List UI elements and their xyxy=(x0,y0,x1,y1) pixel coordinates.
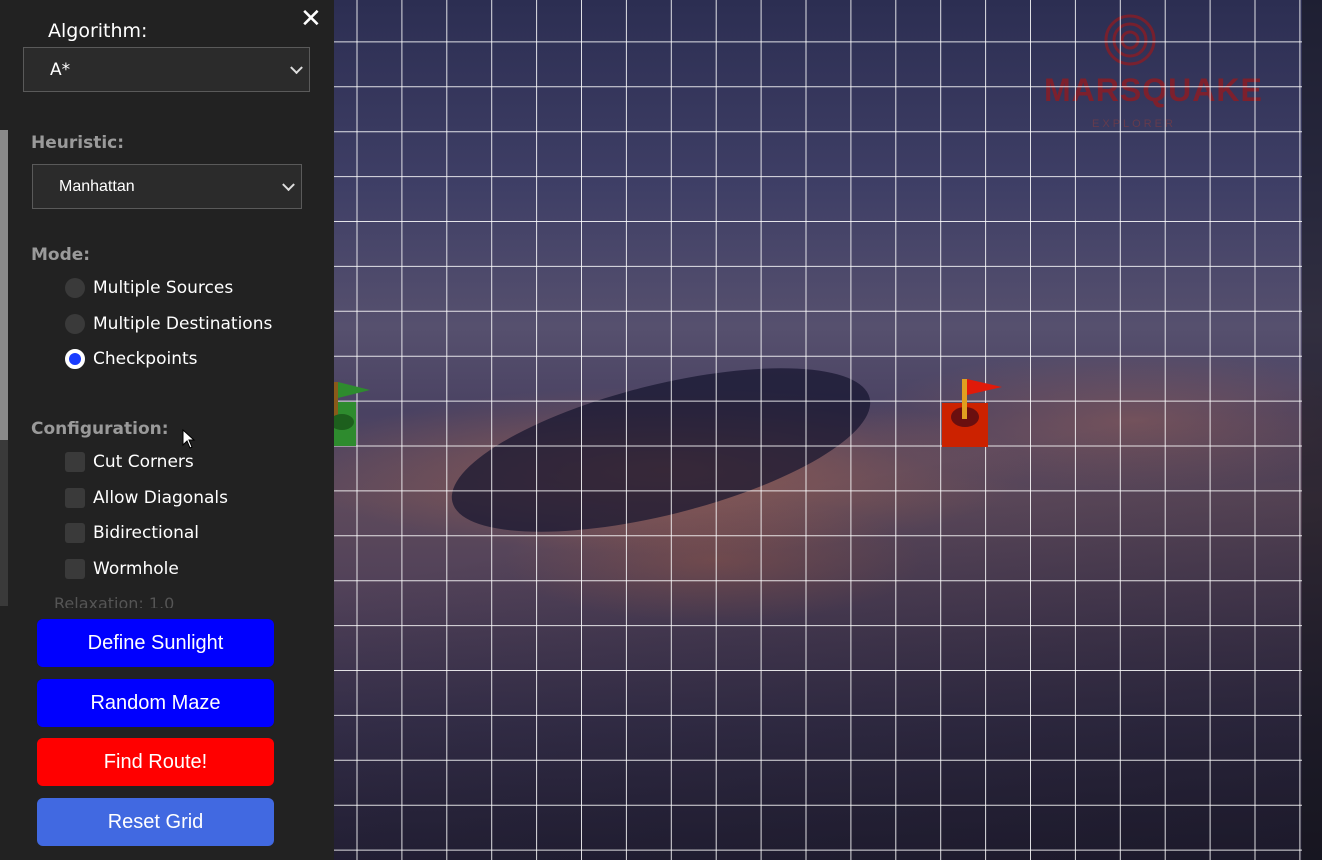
configuration-label: Configuration: xyxy=(31,419,169,439)
random-maze-button[interactable]: Random Maze xyxy=(37,679,274,727)
sidebar: ✕ Algorithm: A* Heuristic: Manhattan Mod… xyxy=(0,0,334,860)
checkbox[interactable] xyxy=(65,523,85,543)
mode-option-label: Checkpoints xyxy=(93,349,198,369)
heuristic-selected-value: Manhattan xyxy=(59,177,135,195)
config-option-bidirectional[interactable]: Bidirectional xyxy=(65,521,199,545)
radio-button[interactable] xyxy=(65,278,85,298)
find-route-button[interactable]: Find Route! xyxy=(37,738,274,786)
algorithm-label: Algorithm: xyxy=(48,20,148,42)
config-option-label: Bidirectional xyxy=(93,523,200,543)
define-sunlight-button[interactable]: Define Sunlight xyxy=(37,619,274,667)
config-option-label: Allow Diagonals xyxy=(93,488,228,508)
destination-flag-icon[interactable] xyxy=(940,377,1004,447)
heuristic-label: Heuristic: xyxy=(31,133,125,153)
mode-option-checkpoints[interactable]: Checkpoints xyxy=(65,347,198,371)
mode-option-label: Multiple Sources xyxy=(93,278,234,298)
checkbox[interactable] xyxy=(65,559,85,579)
mode-label: Mode: xyxy=(31,245,91,265)
algorithm-selected-value: A* xyxy=(50,59,71,80)
config-option-cut-corners[interactable]: Cut Corners xyxy=(65,450,194,474)
close-icon[interactable]: ✕ xyxy=(300,6,322,32)
checkbox[interactable] xyxy=(65,452,85,472)
mode-option-multiple-destinations[interactable]: Multiple Destinations xyxy=(65,312,272,336)
config-option-wormhole[interactable]: Wormhole xyxy=(65,557,179,581)
scrollbar-thumb[interactable] xyxy=(0,130,8,440)
grid-right-edge xyxy=(1302,0,1322,860)
heuristic-select[interactable]: Manhattan xyxy=(32,164,302,209)
mode-option-multiple-sources[interactable]: Multiple Sources xyxy=(65,276,233,300)
radio-button-selected[interactable] xyxy=(65,349,85,369)
start-flag-icon[interactable] xyxy=(334,378,374,448)
reset-grid-button[interactable]: Reset Grid xyxy=(37,798,274,846)
mouse-cursor-icon xyxy=(182,429,196,449)
algorithm-select[interactable]: A* xyxy=(23,47,310,92)
chevron-down-icon xyxy=(290,60,303,74)
terrain-grid[interactable]: MARSQUAKE EXPLORER xyxy=(334,0,1322,860)
grid-lines xyxy=(334,0,1302,860)
chevron-down-icon xyxy=(282,177,295,191)
relaxation-label: Relaxation: 1.0 xyxy=(54,594,175,608)
config-option-label: Cut Corners xyxy=(93,452,194,472)
radio-button[interactable] xyxy=(65,314,85,334)
checkbox[interactable] xyxy=(65,488,85,508)
config-option-label: Wormhole xyxy=(93,559,179,579)
config-option-allow-diagonals[interactable]: Allow Diagonals xyxy=(65,486,228,510)
mode-option-label: Multiple Destinations xyxy=(93,314,273,334)
